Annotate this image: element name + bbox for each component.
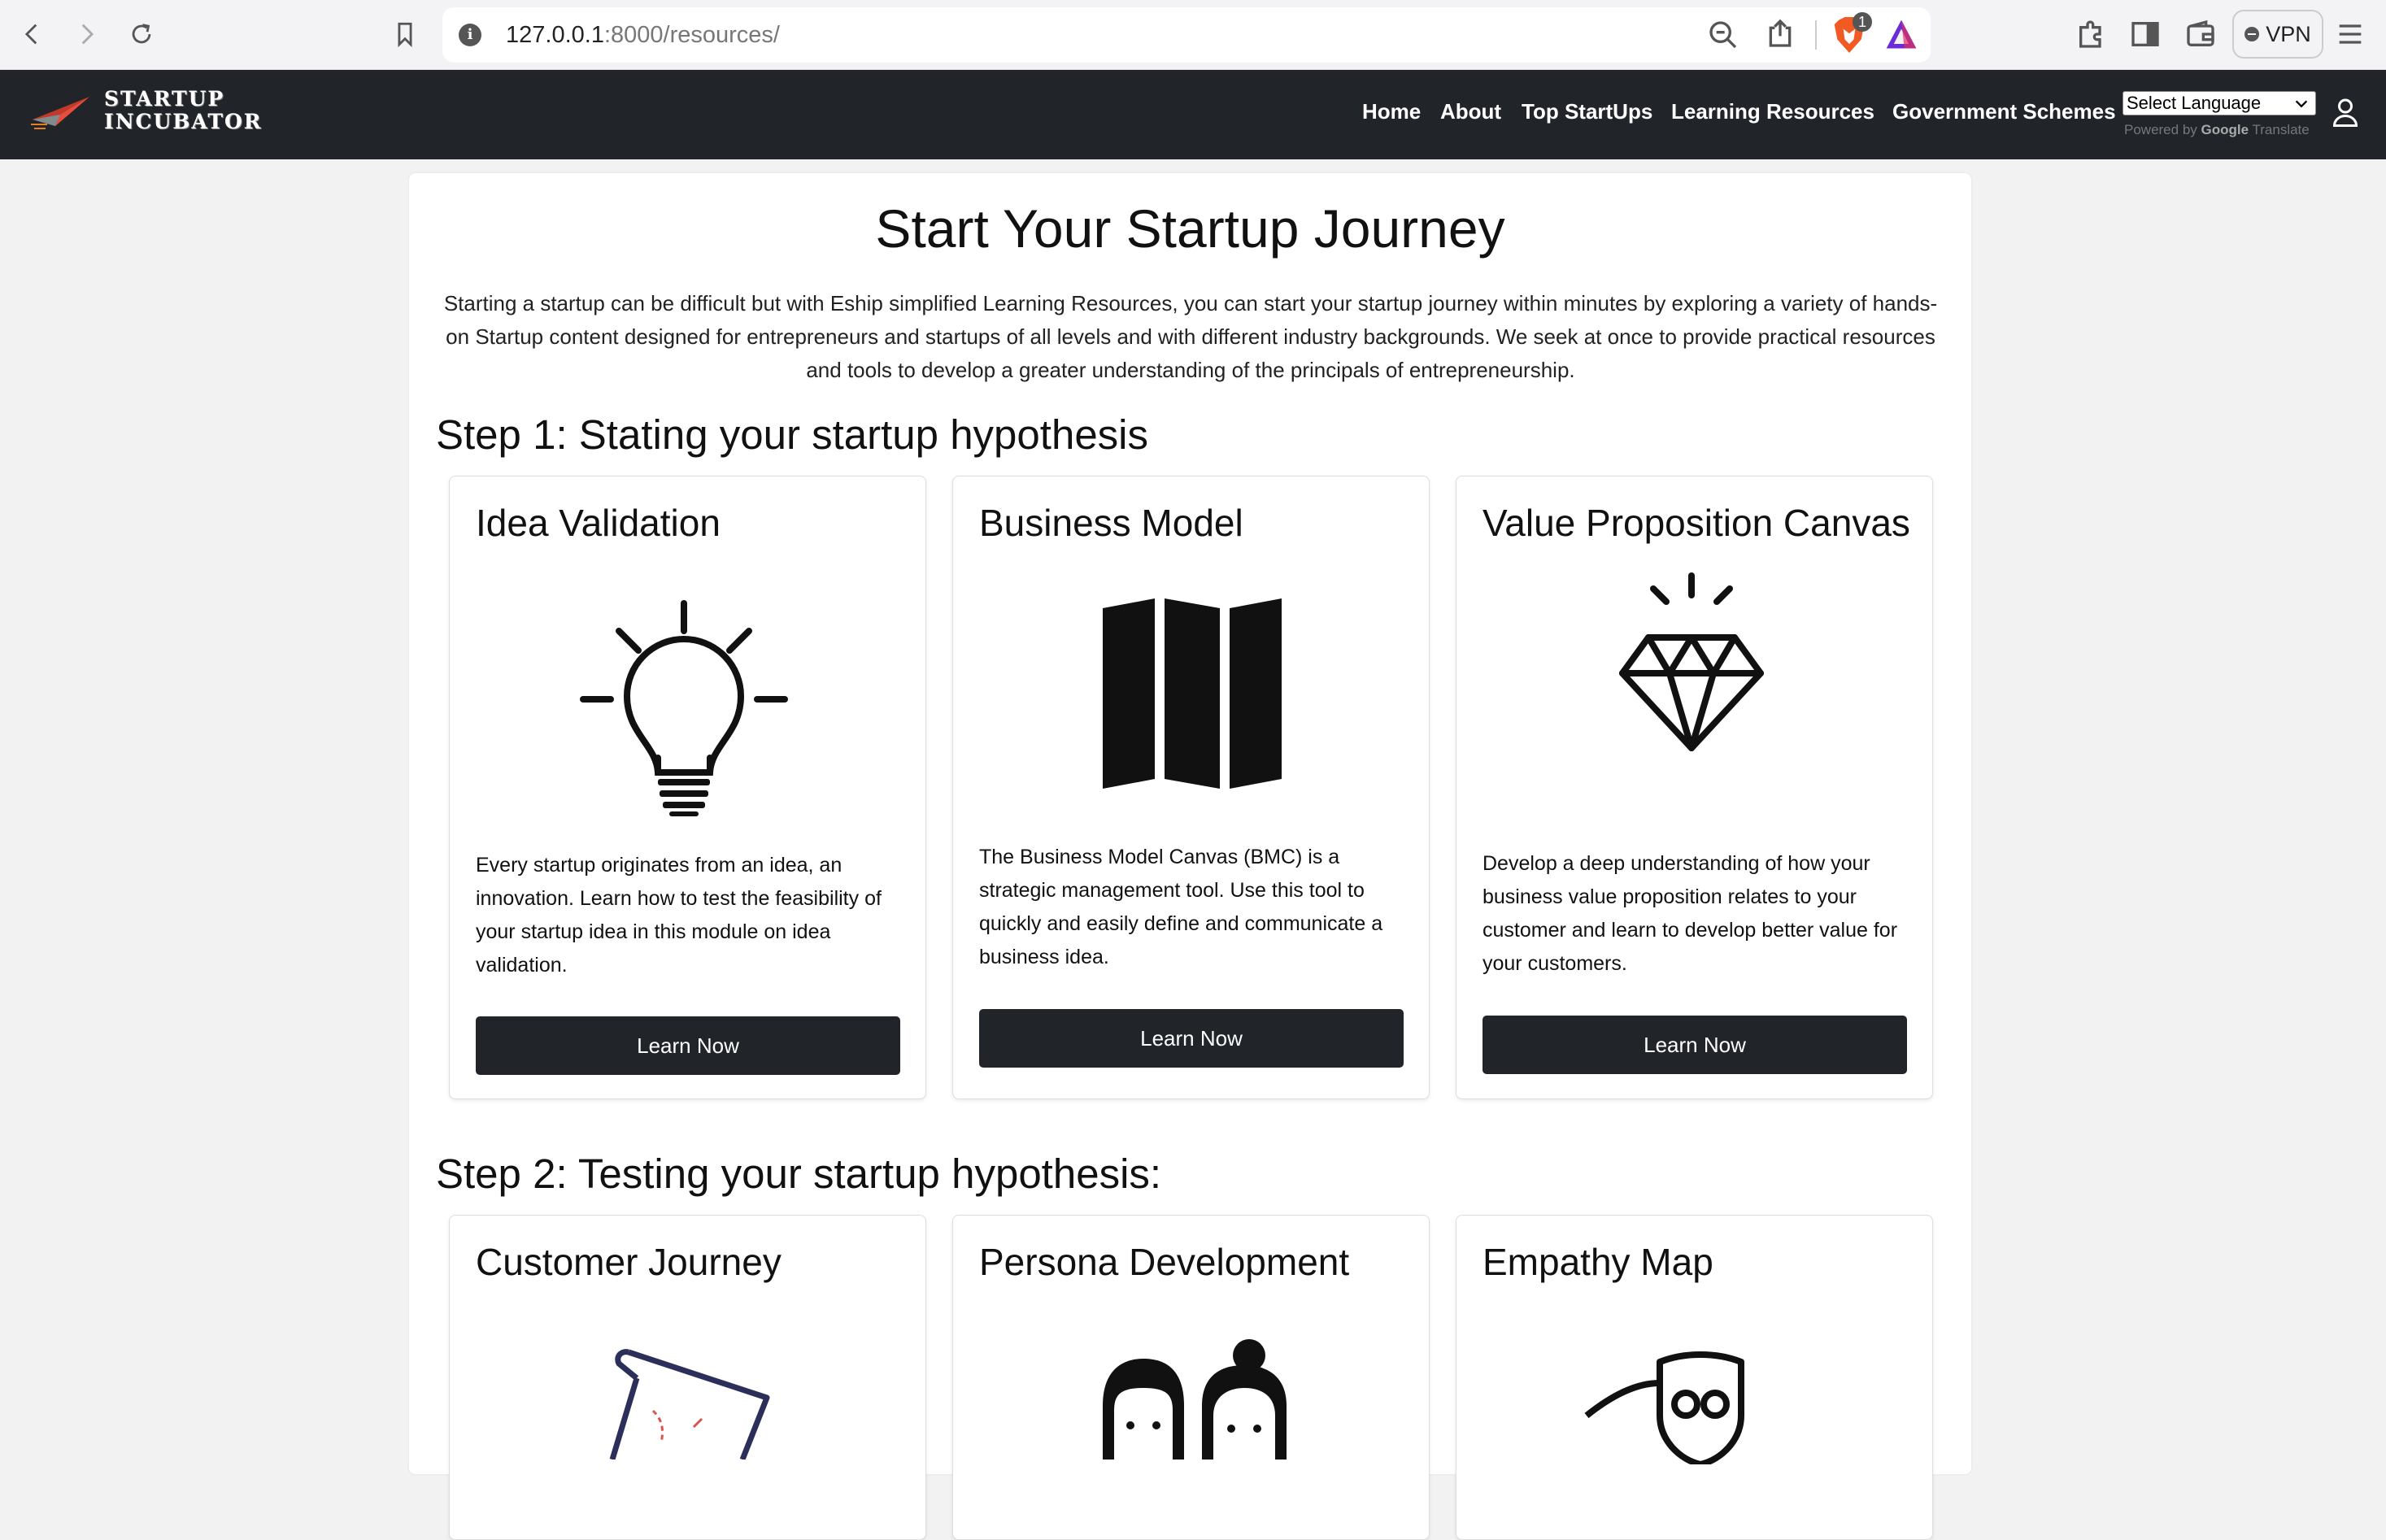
step-1-heading: Step 1: Stating your startup hypothesis — [436, 411, 1149, 458]
card-title: Empathy Map — [1483, 1241, 1713, 1283]
back-button[interactable] — [15, 16, 50, 52]
shields-count-badge: 1 — [1853, 12, 1873, 32]
card-title: Customer Journey — [476, 1241, 782, 1283]
card-customer-journey: Customer Journey — [449, 1215, 926, 1540]
card-description: Develop a deep understanding of how your… — [1483, 852, 1898, 975]
nav-learning-resources[interactable]: Learning Resources — [1671, 99, 1874, 124]
step-2-heading: Step 2: Testing your startup hypothesis: — [436, 1151, 1162, 1197]
card-title: Persona Development — [979, 1241, 1350, 1283]
google-logo-text[interactable]: Google — [2201, 122, 2249, 137]
logo-line-1: STARTUP — [104, 87, 225, 111]
card-persona-development: Persona Development — [952, 1215, 1430, 1540]
forward-arrow-icon — [81, 24, 94, 45]
reload-button[interactable] — [124, 16, 159, 52]
paper-plane-logo-icon — [31, 97, 89, 129]
vpn-button[interactable]: VPN — [2232, 10, 2323, 59]
intro-paragraph: Starting a startup can be difficult but … — [443, 291, 1938, 382]
vpn-label: VPN — [2266, 21, 2311, 46]
logo-line-2: INCUBATOR — [104, 110, 263, 133]
language-select-value: Select Language — [2127, 93, 2262, 113]
bookmark-button[interactable] — [387, 16, 423, 52]
user-account-icon[interactable] — [2331, 96, 2360, 128]
learn-now-button[interactable]: Learn Now — [1483, 1016, 1907, 1074]
card-business-model: Business Model The Business Model Canvas… — [952, 476, 1430, 1099]
wallet-icon[interactable] — [2184, 18, 2217, 50]
logo-text: STARTUP INCUBATOR — [104, 88, 263, 133]
lightbulb-icon — [580, 600, 788, 816]
card-idea-validation: Idea Validation Every startup originates… — [449, 476, 926, 1099]
browser-toolbar: i 127.0.0.1:8000/resources/ 1 VPN — [0, 0, 2386, 70]
chevron-down-icon — [2295, 100, 2308, 108]
brave-rewards-icon[interactable] — [1883, 17, 1919, 53]
card-title: Idea Validation — [476, 502, 721, 544]
toolbar-separator — [1815, 20, 1817, 50]
diamond-icon — [1619, 572, 1764, 751]
url-text[interactable]: 127.0.0.1:8000/resources/ — [506, 22, 780, 49]
language-select[interactable]: Select Language — [2123, 91, 2316, 115]
address-bar[interactable]: i 127.0.0.1:8000/resources/ 1 — [442, 7, 1931, 63]
back-arrow-icon — [24, 24, 37, 45]
extensions-icon[interactable] — [2075, 18, 2108, 50]
bookmark-icon — [398, 22, 412, 48]
map-icon — [1103, 598, 1282, 789]
reload-icon — [132, 24, 151, 44]
persona-icon — [1103, 1339, 1287, 1460]
forward-button[interactable] — [68, 16, 104, 52]
learn-now-button[interactable]: Learn Now — [979, 1009, 1404, 1068]
card-title: Value Proposition Canvas — [1483, 502, 1910, 544]
card-title: Business Model — [979, 502, 1243, 544]
share-icon[interactable] — [1764, 17, 1796, 50]
site-info-icon[interactable]: i — [459, 24, 481, 46]
nav-top-startups[interactable]: Top StartUps — [1522, 99, 1652, 124]
menu-icon[interactable] — [2334, 18, 2366, 50]
site-navbar: STARTUP INCUBATOR Home About Top StartUp… — [0, 70, 2386, 159]
nav-government-schemes[interactable]: Government Schemes — [1892, 99, 2116, 124]
card-empathy-map: Empathy Map — [1456, 1215, 1933, 1540]
resources-container: Start Your Startup Journey Starting a st… — [409, 173, 1971, 1540]
translate-link[interactable]: Translate — [2253, 122, 2310, 137]
sidebar-toggle-icon[interactable] — [2129, 18, 2162, 50]
site-logo[interactable]: STARTUP INCUBATOR — [31, 88, 263, 133]
learn-now-button[interactable]: Learn Now — [476, 1016, 900, 1075]
vpn-status-icon — [2244, 27, 2260, 41]
masks-icon — [1584, 1351, 1744, 1464]
card-value-proposition-canvas: Value Proposition Canvas Develop a deep … — [1456, 476, 1933, 1099]
powered-by-text: Powered by — [2124, 122, 2197, 137]
zoom-out-icon[interactable] — [1707, 19, 1739, 51]
powered-by-google-translate: Powered by Google Translate — [2124, 122, 2310, 138]
card-description: The Business Model Canvas (BMC) is a str… — [979, 846, 1383, 968]
nav-about[interactable]: About — [1440, 99, 1501, 124]
page-title: Start Your Startup Journey — [875, 198, 1505, 259]
nav-home[interactable]: Home — [1362, 99, 1421, 124]
journey-map-icon — [609, 1349, 770, 1460]
card-description: Every startup originates from an idea, a… — [476, 854, 882, 977]
